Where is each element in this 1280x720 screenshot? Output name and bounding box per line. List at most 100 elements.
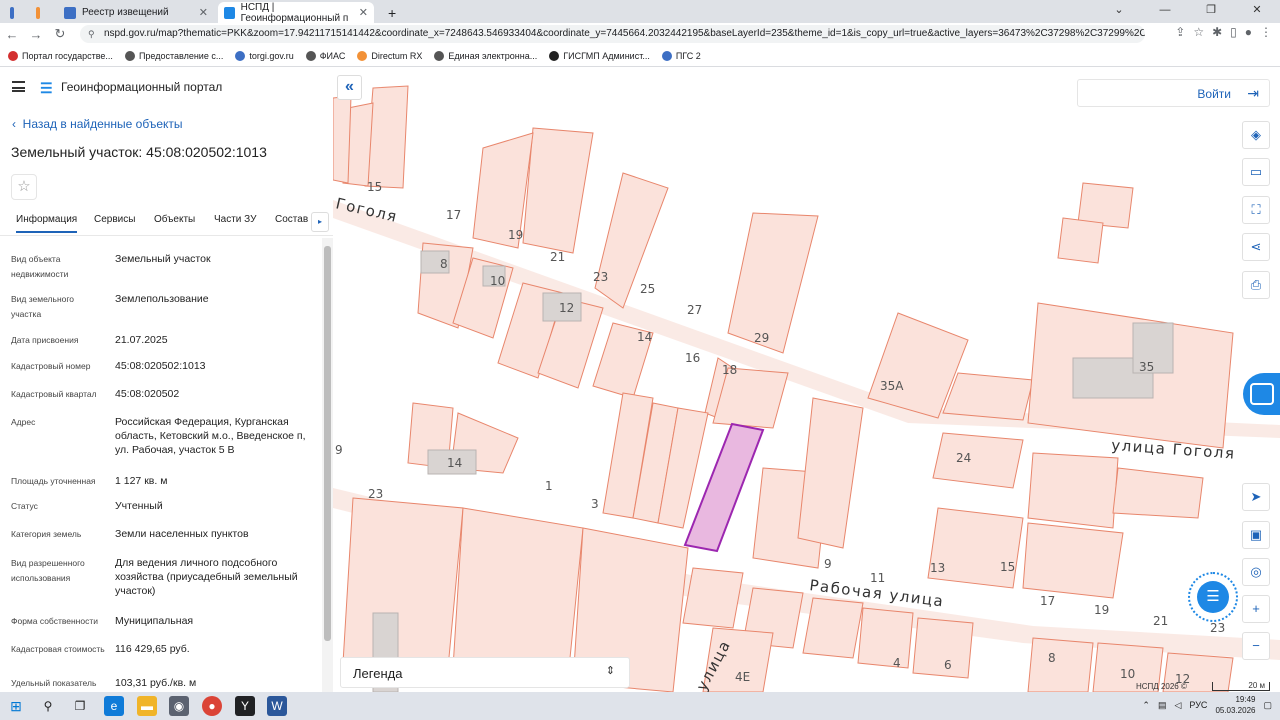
browser-tab[interactable]: Реестр извещений ✕ bbox=[58, 2, 214, 23]
profile-icon[interactable]: ● bbox=[1245, 25, 1252, 39]
site-icon bbox=[64, 6, 76, 19]
browser-tab[interactable] bbox=[4, 2, 26, 23]
menu-icon[interactable]: ⋮ bbox=[1260, 25, 1272, 39]
maximize-icon[interactable]: ❐ bbox=[1188, 0, 1234, 23]
app-icon[interactable]: ◉ bbox=[169, 696, 189, 716]
tab-title: НСПД | Геоинформационный п bbox=[240, 1, 349, 24]
zoom-in-button[interactable]: + bbox=[1242, 595, 1270, 623]
bookmark-item[interactable]: Предоставление с... bbox=[124, 50, 223, 61]
tab-parts[interactable]: Части ЗУ bbox=[214, 214, 256, 225]
task-view-icon[interactable]: ❐ bbox=[70, 696, 90, 716]
browser-tab-active[interactable]: НСПД | Геоинформационный п ✕ bbox=[218, 1, 374, 24]
extensions-icon[interactable]: ✱ bbox=[1212, 25, 1222, 39]
bookmarks-bar: Портал государстве... Предоставление с..… bbox=[0, 45, 1280, 67]
new-tab-button[interactable]: + bbox=[382, 2, 402, 23]
search-icon[interactable]: ⚲ bbox=[38, 696, 58, 716]
chat-side-icon[interactable] bbox=[1243, 373, 1280, 415]
house-number: 24 bbox=[956, 451, 971, 465]
property-value: 21.07.2025 bbox=[115, 334, 168, 346]
select-area-tool-button[interactable]: ⛶ bbox=[1242, 196, 1270, 224]
legend-dropdown[interactable]: Легенда ⇕ bbox=[340, 657, 630, 688]
forward-arrow-icon[interactable]: → bbox=[24, 27, 48, 42]
measure-tool-button[interactable]: ▭ bbox=[1242, 158, 1270, 186]
edge-icon[interactable]: e bbox=[104, 696, 124, 716]
tabs-scroll-right-icon[interactable]: ▸ bbox=[311, 212, 329, 232]
bookmark-item[interactable]: Directum RX bbox=[357, 50, 422, 61]
bookmark-label: Единая электронна... bbox=[448, 50, 538, 61]
bookmark-item[interactable]: torgi.gov.ru bbox=[235, 50, 294, 61]
tab-information[interactable]: Информация bbox=[16, 214, 78, 233]
chevron-down-icon[interactable]: ⌄ bbox=[1096, 0, 1142, 23]
map-scale-bar: 20 м bbox=[1212, 682, 1270, 691]
back-to-results-link[interactable]: ‹ Назад в найденные объекты bbox=[12, 117, 183, 131]
word-icon[interactable]: W bbox=[267, 696, 287, 716]
chrome-icon[interactable]: ● bbox=[202, 696, 222, 716]
plus-icon: + bbox=[1252, 601, 1260, 616]
tab-services[interactable]: Сервисы bbox=[94, 214, 135, 225]
house-number: 23 bbox=[593, 270, 608, 284]
scrollbar-thumb[interactable] bbox=[324, 246, 331, 641]
house-number: 3 bbox=[591, 497, 599, 511]
bookmark-item[interactable]: ГИСГМП Админист... bbox=[549, 50, 650, 61]
bookmark-item[interactable]: ПГС 2 bbox=[661, 50, 701, 61]
url-input[interactable]: ⚲ nspd.gov.ru/map?thematic=PKK&zoom=17.94… bbox=[80, 25, 1145, 43]
sidebar-icon[interactable]: ▯ bbox=[1230, 25, 1237, 39]
minimap-button[interactable]: ▣ bbox=[1242, 521, 1270, 549]
minimize-icon[interactable]: — bbox=[1142, 0, 1188, 23]
notifications-icon[interactable]: ▢ bbox=[1263, 700, 1272, 711]
browser-tab-bar: Реестр извещений ✕ НСПД | Геоинформационн… bbox=[0, 0, 1280, 24]
windows-start-icon[interactable]: ⊞ bbox=[6, 696, 26, 716]
volume-icon[interactable]: ◁ bbox=[1174, 700, 1181, 711]
house-number: 8 bbox=[440, 257, 448, 271]
hamburger-menu-icon[interactable] bbox=[12, 81, 25, 92]
property-value: 45:08:020502:1013 bbox=[115, 360, 206, 372]
close-icon[interactable]: ✕ bbox=[199, 6, 208, 19]
collapse-panel-button[interactable]: « bbox=[337, 75, 362, 100]
layers-tool-button[interactable]: ◈ bbox=[1242, 121, 1270, 149]
zoom-out-button[interactable]: − bbox=[1242, 632, 1270, 660]
property-value: 116 429,65 руб. bbox=[115, 643, 190, 655]
file-explorer-icon[interactable]: ▬ bbox=[137, 696, 157, 716]
back-arrow-icon[interactable]: ← bbox=[0, 27, 24, 42]
browser-tab[interactable] bbox=[30, 2, 52, 23]
tab-composition[interactable]: Состав bbox=[275, 214, 308, 225]
share-tool-button[interactable]: ⋖ bbox=[1242, 233, 1270, 261]
bookmark-star-icon[interactable]: ☆ bbox=[1193, 25, 1204, 39]
cadastral-map[interactable]: 15 17 19 8 10 21 23 25 12 27 14 16 18 29… bbox=[333, 68, 1280, 692]
house-number: 35 bbox=[1139, 360, 1154, 374]
print-tool-button[interactable]: ⎙ bbox=[1242, 271, 1270, 299]
house-number: 19 bbox=[508, 228, 523, 242]
keyboard-language[interactable]: РУС bbox=[1189, 700, 1207, 710]
bookmark-item[interactable]: Единая электронна... bbox=[434, 50, 538, 61]
network-icon[interactable]: ▤ bbox=[1158, 700, 1167, 711]
find-location-button[interactable]: ◎ bbox=[1242, 558, 1270, 586]
clock[interactable]: 19:49 05.03.2026 bbox=[1215, 694, 1255, 716]
site-info-icon[interactable]: ⚲ bbox=[88, 25, 95, 43]
geolocation-button[interactable]: ➤ bbox=[1242, 483, 1270, 511]
property-label: Площадь уточненная bbox=[11, 476, 96, 486]
yandex-icon[interactable]: Y bbox=[235, 696, 255, 716]
bookmark-item[interactable]: Портал государстве... bbox=[8, 50, 113, 61]
bookmark-item[interactable]: ФИАС bbox=[305, 50, 345, 61]
house-number: 18 bbox=[722, 363, 737, 377]
close-icon[interactable]: ✕ bbox=[1234, 0, 1280, 23]
parcel bbox=[932, 432, 1024, 489]
address-bar: ← → ↻ ⚲ nspd.gov.ru/map?thematic=PKK&zoom… bbox=[0, 23, 1280, 45]
chevron-up-icon[interactable]: ⌃ bbox=[1142, 700, 1150, 711]
favorite-star-icon[interactable]: ☆ bbox=[11, 174, 37, 200]
tab-objects[interactable]: Объекты bbox=[154, 214, 195, 225]
house-number: 29 bbox=[754, 331, 769, 345]
reload-icon[interactable]: ↻ bbox=[48, 26, 72, 42]
chat-assistant-button[interactable]: ☰ bbox=[1188, 572, 1238, 622]
map-copyright: НСПД 2026 © bbox=[1136, 682, 1187, 691]
parcel bbox=[927, 507, 1024, 589]
parcel bbox=[802, 597, 864, 659]
site-icon bbox=[10, 6, 14, 19]
panel-scrollbar[interactable] bbox=[322, 238, 333, 692]
login-button[interactable]: Войти ⇥ bbox=[1077, 79, 1270, 107]
map-canvas[interactable]: 15 17 19 8 10 21 23 25 12 27 14 16 18 29… bbox=[333, 68, 1280, 692]
print-icon: ⎙ bbox=[1250, 277, 1262, 292]
house-number: 25 bbox=[640, 282, 655, 296]
share-icon[interactable]: ⇪ bbox=[1175, 25, 1185, 39]
close-icon[interactable]: ✕ bbox=[359, 6, 368, 19]
